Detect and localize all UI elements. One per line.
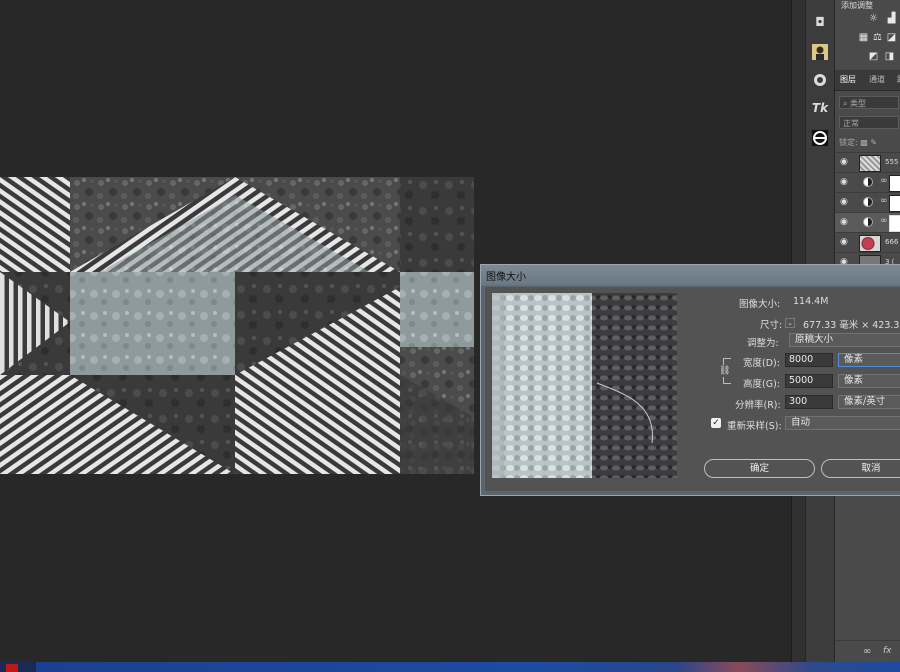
layer-thumbnail [859,235,881,252]
layer-mask-thumbnail[interactable] [889,215,900,232]
layer-name[interactable]: 555 [885,158,898,166]
person-icon [812,44,828,60]
adjustment-layer-icon [863,177,873,187]
pattern-artwork [0,177,474,474]
balance-icon[interactable]: ⚖ [871,32,884,43]
dimensions-value: 677.33 毫米 × 423.33 毫 [803,320,900,331]
taskbar [0,662,900,672]
bw-icon[interactable]: ◪ [885,32,898,43]
adjustment-layer-icon [863,197,873,207]
gradient-map-icon[interactable]: ◨ [883,51,896,62]
lock-row: 锁定: ▩ ✎ [839,137,877,148]
height-input[interactable]: 5000 [785,374,833,388]
link-constrain-icon[interactable]: ⛓ [719,365,730,377]
layer-row[interactable]: ◉ ∞ [835,172,900,193]
layers-panel-footer: ∞ fx [835,640,900,662]
layer-filter-select[interactable]: ⌕ 类型 [839,96,899,109]
dimensions-label: 尺寸: [760,320,783,331]
eye-icon[interactable]: ◉ [840,197,850,207]
eye-icon[interactable]: ◉ [840,157,850,167]
layers-tabs: 图层 通道 路 [835,70,900,91]
chain-icon: ∞ [880,216,888,226]
lock-pixels-icon[interactable]: ▩ [860,138,868,147]
levels-icon[interactable]: ▟ [885,13,898,24]
adjustment-layer-icon [863,217,873,227]
image-size-label: 图像大小: [739,299,781,310]
brightness-icon[interactable]: ☼ [867,13,880,24]
resolution-input[interactable]: 300 [785,395,833,409]
fx-icon[interactable]: fx [883,646,892,656]
app-icon [6,664,18,672]
swirl-plugin-icon[interactable] [810,128,830,148]
cancel-button[interactable]: 取消 [821,459,900,478]
resolution-unit-select[interactable]: 像素/英寸 [838,395,900,409]
layer-row[interactable]: ◉ 666 [835,232,900,253]
lock-label: 锁定: [839,138,858,147]
adjustments-panel-icon[interactable]: ◘ [810,12,830,32]
layer-filter-label: 类型 [850,99,867,108]
portrait-panel-icon[interactable] [810,42,830,62]
chain-icon: ∞ [880,176,888,186]
tk-plugin-icon[interactable]: Tk [810,98,830,118]
adjustments-title: 添加调整 [841,1,873,10]
layer-mask-thumbnail[interactable] [889,175,900,192]
height-unit-select[interactable]: 像素 [838,374,900,388]
tab-channels[interactable]: 通道 [869,74,885,85]
width-input[interactable]: 8000 [785,353,833,367]
sync-icon[interactable] [810,70,830,90]
lock-move-icon[interactable]: ✎ [870,138,877,147]
layer-row-selected[interactable]: ◉ ∞ [835,212,900,233]
tab-layers[interactable]: 图层 [840,74,856,85]
layer-row[interactable]: ◉ 555 [835,152,900,173]
canvas-artwork[interactable] [0,177,474,474]
layer-thumbnail [859,155,881,172]
blend-mode-select[interactable]: 正常 [839,116,899,129]
taskbar-app-button[interactable] [0,662,36,672]
dimensions-unit-dropdown[interactable]: ⌄ [785,318,795,328]
resample-select[interactable]: 自动 [785,416,900,430]
image-size-value: 114.4M [793,296,829,307]
preview-image [492,293,677,478]
ok-button[interactable]: 确定 [704,459,815,478]
image-preview[interactable] [492,293,677,478]
eye-icon[interactable]: ◉ [840,177,850,187]
eye-icon[interactable]: ◉ [840,237,850,247]
layer-row[interactable]: ◉ ∞ [835,192,900,213]
fit-to-select[interactable]: 原稿大小 [789,333,900,347]
resample-checkbox[interactable]: ✓ [711,418,721,428]
chain-icon: ∞ [880,196,888,206]
height-label: 高度(G): [743,379,780,390]
layer-name[interactable]: 666 [885,238,898,246]
image-size-dialog: 图像大小 图像大小: 114.4M 尺寸: ⌄ 677.33 毫米 × 423.… [480,264,900,496]
resolution-label: 分辨率(R): [735,400,781,411]
resample-label: 重新采样(S): [727,421,782,432]
dialog-title[interactable]: 图像大小 [486,268,526,283]
width-label: 宽度(D): [743,358,780,369]
invert-icon[interactable]: ◩ [867,51,880,62]
eye-icon[interactable]: ◉ [840,217,850,227]
curves-icon[interactable]: ▦ [857,32,870,43]
link-layers-icon[interactable]: ∞ [863,646,871,657]
dialog-body: 图像大小: 114.4M 尺寸: ⌄ 677.33 毫米 × 423.33 毫 … [485,287,900,491]
fit-to-label: 调整为: [747,338,779,349]
width-unit-select[interactable]: 像素 [838,353,900,367]
layer-mask-thumbnail[interactable] [889,195,900,212]
